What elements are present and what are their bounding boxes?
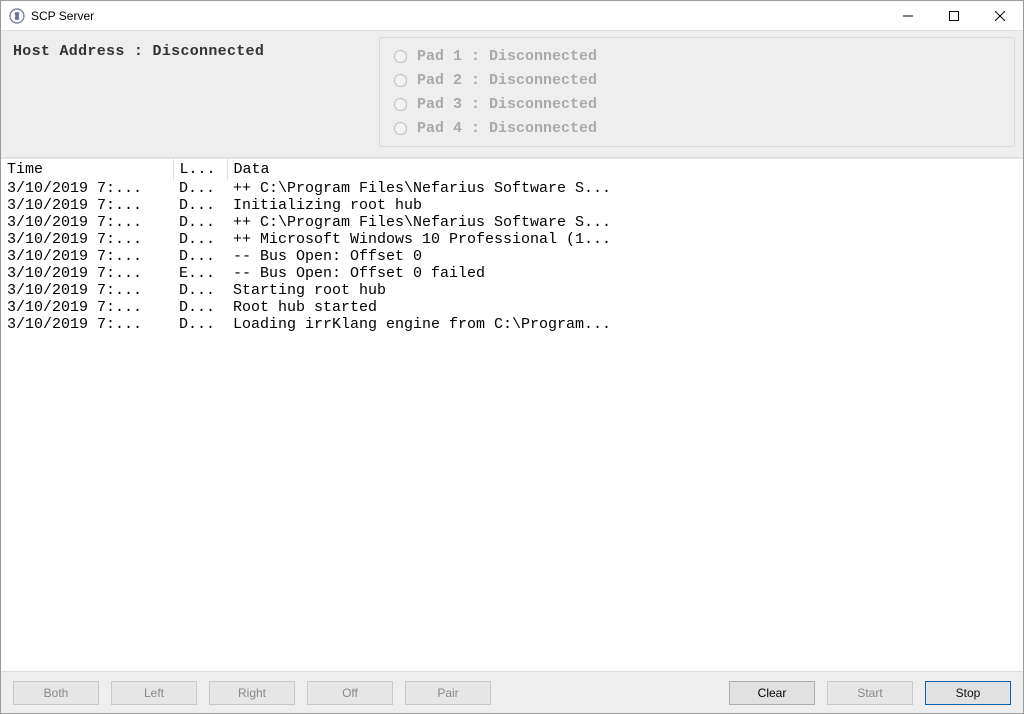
log-cell-level: D... [173,231,227,248]
pad-1-row: Pad 1 : Disconnected [394,44,1000,68]
close-button[interactable] [977,1,1023,31]
log-cell-time: 3/10/2019 7:... [1,180,173,197]
pad-4-row: Pad 4 : Disconnected [394,116,1000,140]
both-button[interactable]: Both [13,681,99,705]
pad-3-radio[interactable] [394,98,407,111]
off-button[interactable]: Off [307,681,393,705]
pad-2-label: Pad 2 : Disconnected [417,72,597,89]
app-window: SCP Server Host Address : Disconnected P… [0,0,1024,714]
log-header-data[interactable]: Data [227,159,1023,180]
pad-3-label: Pad 3 : Disconnected [417,96,597,113]
log-cell-time: 3/10/2019 7:... [1,231,173,248]
pad-4-radio[interactable] [394,122,407,135]
log-cell-data: Loading irrKlang engine from C:\Program.… [227,316,1023,333]
log-row[interactable]: 3/10/2019 7:...E...-- Bus Open: Offset 0… [1,265,1023,282]
log-list[interactable]: Time L... Data 3/10/2019 7:...D...++ C:\… [1,158,1023,671]
clear-button[interactable]: Clear [729,681,815,705]
log-row[interactable]: 3/10/2019 7:...D...Starting root hub [1,282,1023,299]
log-cell-time: 3/10/2019 7:... [1,316,173,333]
log-cell-level: D... [173,180,227,197]
log-cell-data: ++ C:\Program Files\Nefarius Software S.… [227,214,1023,231]
log-cell-data: -- Bus Open: Offset 0 failed [227,265,1023,282]
right-button[interactable]: Right [209,681,295,705]
pad-1-radio[interactable] [394,50,407,63]
pad-1-label: Pad 1 : Disconnected [417,48,597,65]
log-cell-data: ++ C:\Program Files\Nefarius Software S.… [227,180,1023,197]
minimize-button[interactable] [885,1,931,31]
log-header-level[interactable]: L... [173,159,227,180]
start-button[interactable]: Start [827,681,913,705]
pad-status-group: Pad 1 : Disconnected Pad 2 : Disconnecte… [379,37,1015,147]
log-cell-time: 3/10/2019 7:... [1,282,173,299]
log-row[interactable]: 3/10/2019 7:...D...++ C:\Program Files\N… [1,180,1023,197]
log-row[interactable]: 3/10/2019 7:...D...++ Microsoft Windows … [1,231,1023,248]
log-row[interactable]: 3/10/2019 7:...D...-- Bus Open: Offset 0 [1,248,1023,265]
host-address-value: Disconnected [153,43,265,60]
log-row[interactable]: 3/10/2019 7:...D...++ C:\Program Files\N… [1,214,1023,231]
log-cell-time: 3/10/2019 7:... [1,248,173,265]
status-panel: Host Address : Disconnected Pad 1 : Disc… [1,31,1023,158]
app-icon [9,8,25,24]
log-table: Time L... Data 3/10/2019 7:...D...++ C:\… [1,159,1023,333]
log-cell-level: E... [173,265,227,282]
log-row[interactable]: 3/10/2019 7:...D...Initializing root hub [1,197,1023,214]
log-cell-level: D... [173,299,227,316]
log-cell-data: Initializing root hub [227,197,1023,214]
log-cell-time: 3/10/2019 7:... [1,265,173,282]
button-bar: Both Left Right Off Pair Clear Start Sto… [1,671,1023,713]
log-cell-level: D... [173,214,227,231]
titlebar: SCP Server [1,1,1023,31]
log-cell-time: 3/10/2019 7:... [1,214,173,231]
host-address-label: Host Address : [13,43,143,60]
log-row[interactable]: 3/10/2019 7:...D...Root hub started [1,299,1023,316]
pair-button[interactable]: Pair [405,681,491,705]
pad-3-row: Pad 3 : Disconnected [394,92,1000,116]
log-header-time[interactable]: Time [1,159,173,180]
log-cell-level: D... [173,248,227,265]
log-cell-data: ++ Microsoft Windows 10 Professional (1.… [227,231,1023,248]
log-cell-level: D... [173,282,227,299]
pad-2-row: Pad 2 : Disconnected [394,68,1000,92]
log-cell-time: 3/10/2019 7:... [1,197,173,214]
log-cell-data: Root hub started [227,299,1023,316]
log-header-row: Time L... Data [1,159,1023,180]
log-row[interactable]: 3/10/2019 7:...D...Loading irrKlang engi… [1,316,1023,333]
stop-button[interactable]: Stop [925,681,1011,705]
log-cell-time: 3/10/2019 7:... [1,299,173,316]
window-title: SCP Server [31,9,94,23]
pad-2-radio[interactable] [394,74,407,87]
left-button[interactable]: Left [111,681,197,705]
pad-4-label: Pad 4 : Disconnected [417,120,597,137]
maximize-button[interactable] [931,1,977,31]
log-cell-data: -- Bus Open: Offset 0 [227,248,1023,265]
log-cell-level: D... [173,316,227,333]
log-cell-level: D... [173,197,227,214]
host-address: Host Address : Disconnected [9,37,379,66]
log-cell-data: Starting root hub [227,282,1023,299]
